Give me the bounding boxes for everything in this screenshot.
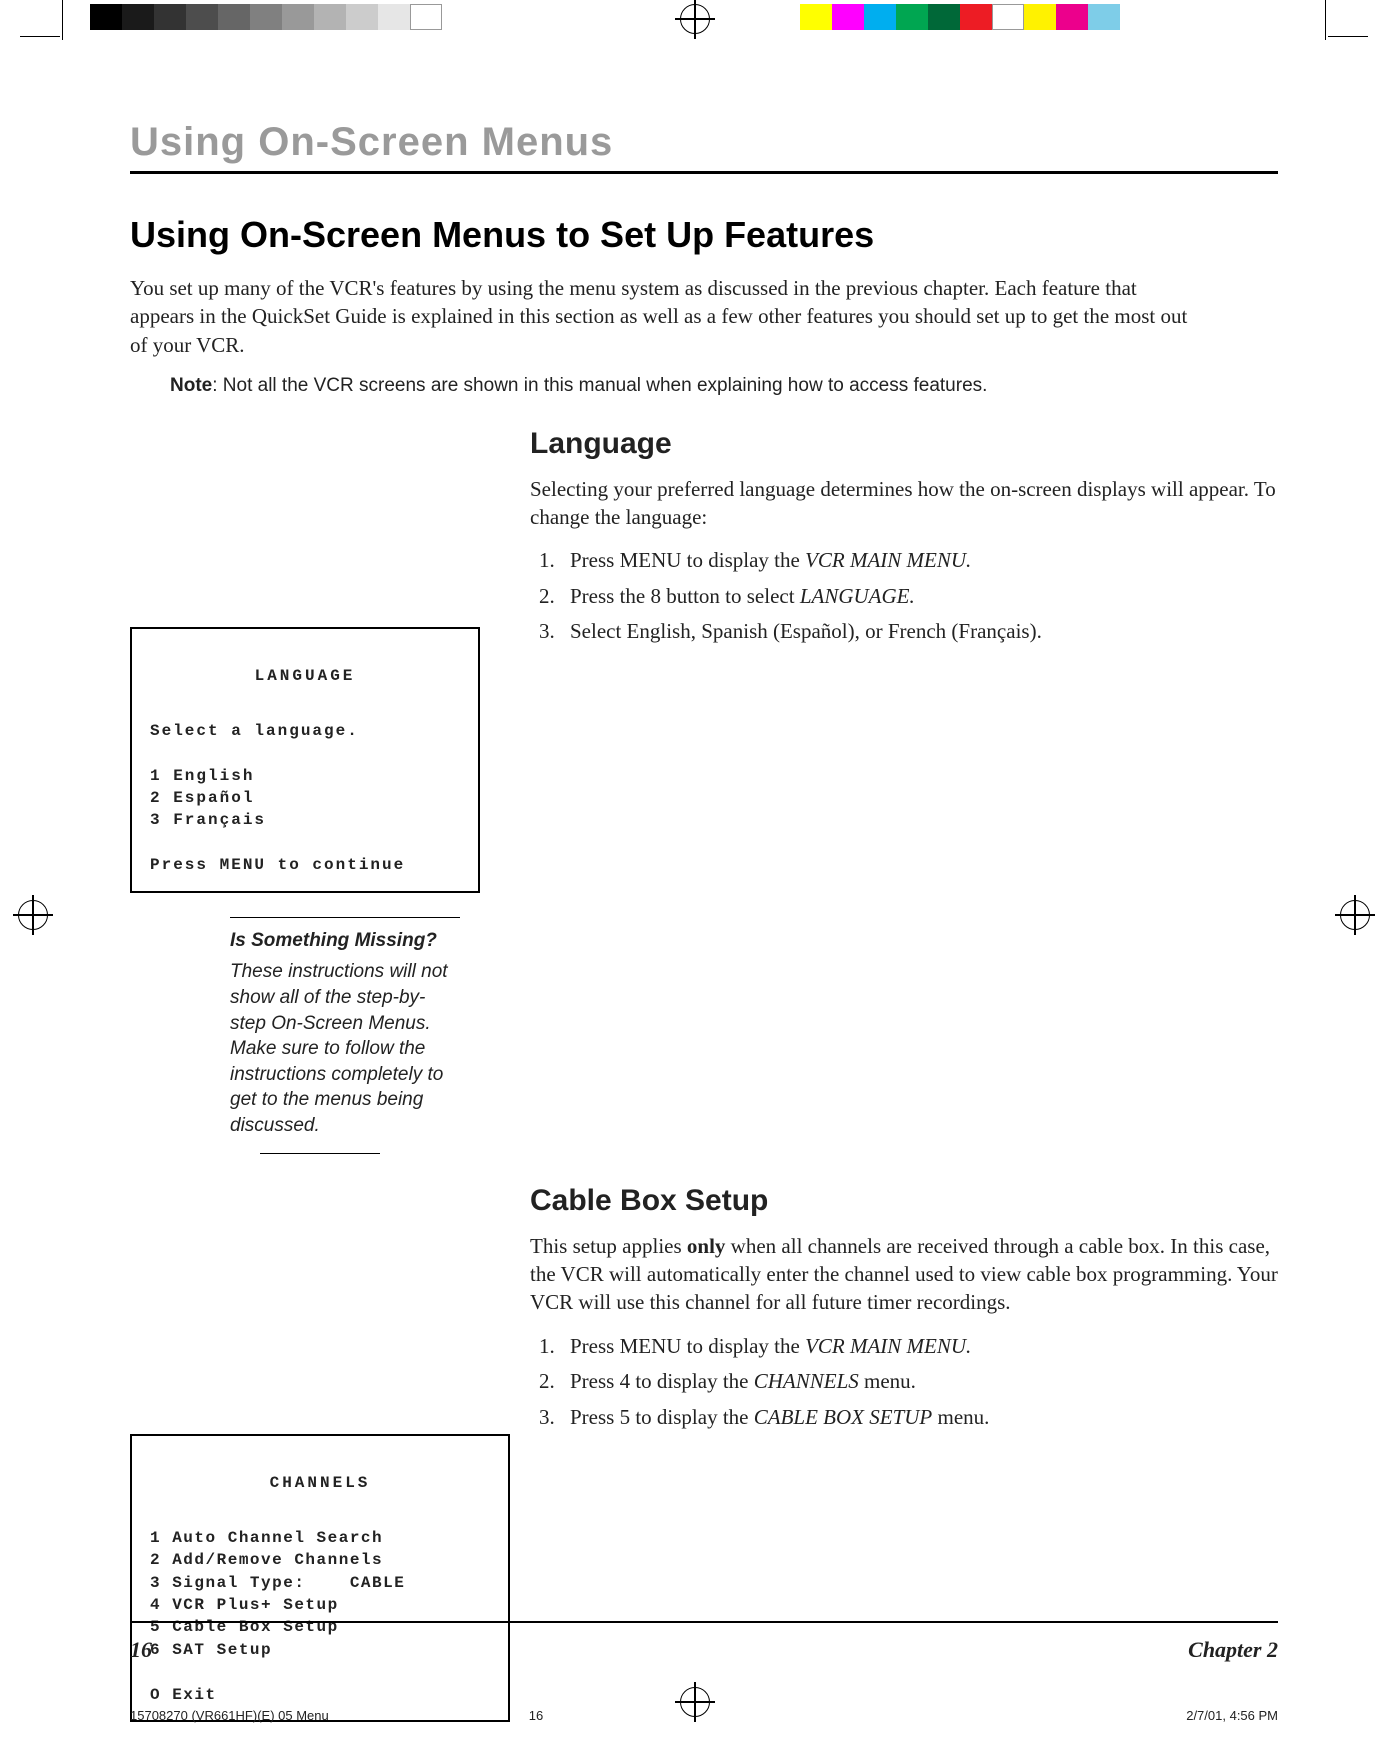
slug-page: 16 <box>529 1708 543 1723</box>
note-text: : Not all the VCR screens are shown in t… <box>212 375 987 396</box>
step: Press the 8 button to select LANGUAGE. <box>560 581 1278 613</box>
step: Press 4 to display the CHANNELS menu. <box>560 1366 1278 1398</box>
page-number: 16 <box>130 1637 152 1663</box>
heading-rule <box>130 171 1278 174</box>
section-intro: You set up many of the VCR's features by… <box>130 274 1190 359</box>
page: Using On-Screen Menus Using On-Screen Me… <box>0 0 1388 1763</box>
language-intro: Selecting your preferred language determ… <box>530 475 1278 532</box>
language-heading: Language <box>530 427 1278 461</box>
screen-title: LANGUAGE <box>150 665 460 687</box>
step: Press MENU to display the VCR MAIN MENU. <box>560 545 1278 577</box>
screen-line: 3 Français <box>150 811 266 829</box>
screen-line: Press MENU to continue <box>150 856 405 874</box>
aside-box: Is Something Missing? These instructions… <box>230 917 460 1154</box>
gray-swatches <box>90 4 442 30</box>
crop-mark <box>1325 0 1326 40</box>
aside-rule <box>260 1153 380 1154</box>
registration-mark-icon <box>680 4 710 34</box>
cable-main: Cable Box Setup This setup applies only … <box>530 1184 1278 1454</box>
screen-line: Select a language. <box>150 722 359 740</box>
screen-line: 1 Auto Channel Search <box>150 1529 383 1547</box>
registration-mark-icon <box>18 900 48 930</box>
chapter-heading: Using On-Screen Menus <box>130 120 1278 165</box>
slug-datetime: 2/7/01, 4:56 PM <box>1186 1708 1278 1723</box>
language-main: Language Selecting your preferred langua… <box>530 427 1278 668</box>
crop-mark <box>62 0 63 40</box>
cable-intro: This setup applies only when all channel… <box>530 1232 1278 1317</box>
crop-mark <box>1328 36 1368 37</box>
content-area: Using On-Screen Menus Using On-Screen Me… <box>130 120 1278 1746</box>
crop-mark <box>20 36 60 37</box>
language-screen-box: LANGUAGE Select a language. 1 English 2 … <box>130 627 480 893</box>
step: Select English, Spanish (Español), or Fr… <box>560 616 1278 648</box>
slug-file: 15708270 (VR661HF)(E) 05 Menu <box>130 1708 329 1723</box>
color-swatches <box>800 4 1120 30</box>
chapter-label: Chapter 2 <box>1188 1637 1278 1663</box>
aside-body: These instructions will not show all of … <box>230 959 460 1138</box>
screen-line: O Exit <box>150 1686 217 1704</box>
note-label: Note <box>170 375 212 396</box>
screen-line: 1 English <box>150 767 254 785</box>
screen-line: 2 Español <box>150 789 254 807</box>
section-title: Using On-Screen Menus to Set Up Features <box>130 214 1278 256</box>
cable-steps: Press MENU to display the VCR MAIN MENU.… <box>530 1331 1278 1434</box>
language-sidebar: LANGUAGE Select a language. 1 English 2 … <box>130 427 490 1154</box>
step: Press MENU to display the VCR MAIN MENU. <box>560 1331 1278 1363</box>
language-section: LANGUAGE Select a language. 1 English 2 … <box>130 427 1278 1154</box>
print-slug: 15708270 (VR661HF)(E) 05 Menu 16 2/7/01,… <box>130 1708 1278 1723</box>
screen-line: 3 Signal Type: CABLE <box>150 1574 405 1592</box>
footer-rule <box>130 1621 1278 1623</box>
screen-line: 4 VCR Plus+ Setup <box>150 1596 339 1614</box>
registration-mark-icon <box>1340 900 1370 930</box>
step: Press 5 to display the CABLE BOX SETUP m… <box>560 1402 1278 1434</box>
note-block: Note: Not all the VCR screens are shown … <box>170 373 1090 399</box>
screen-title: CHANNELS <box>150 1472 490 1494</box>
language-steps: Press MENU to display the VCR MAIN MENU.… <box>530 545 1278 648</box>
page-footer: 16 Chapter 2 <box>130 1637 1278 1663</box>
aside-title: Is Something Missing? <box>230 928 460 954</box>
screen-line: 2 Add/Remove Channels <box>150 1551 383 1569</box>
cable-heading: Cable Box Setup <box>530 1184 1278 1218</box>
channels-screen-box: CHANNELS 1 Auto Channel Search 2 Add/Rem… <box>130 1434 510 1722</box>
